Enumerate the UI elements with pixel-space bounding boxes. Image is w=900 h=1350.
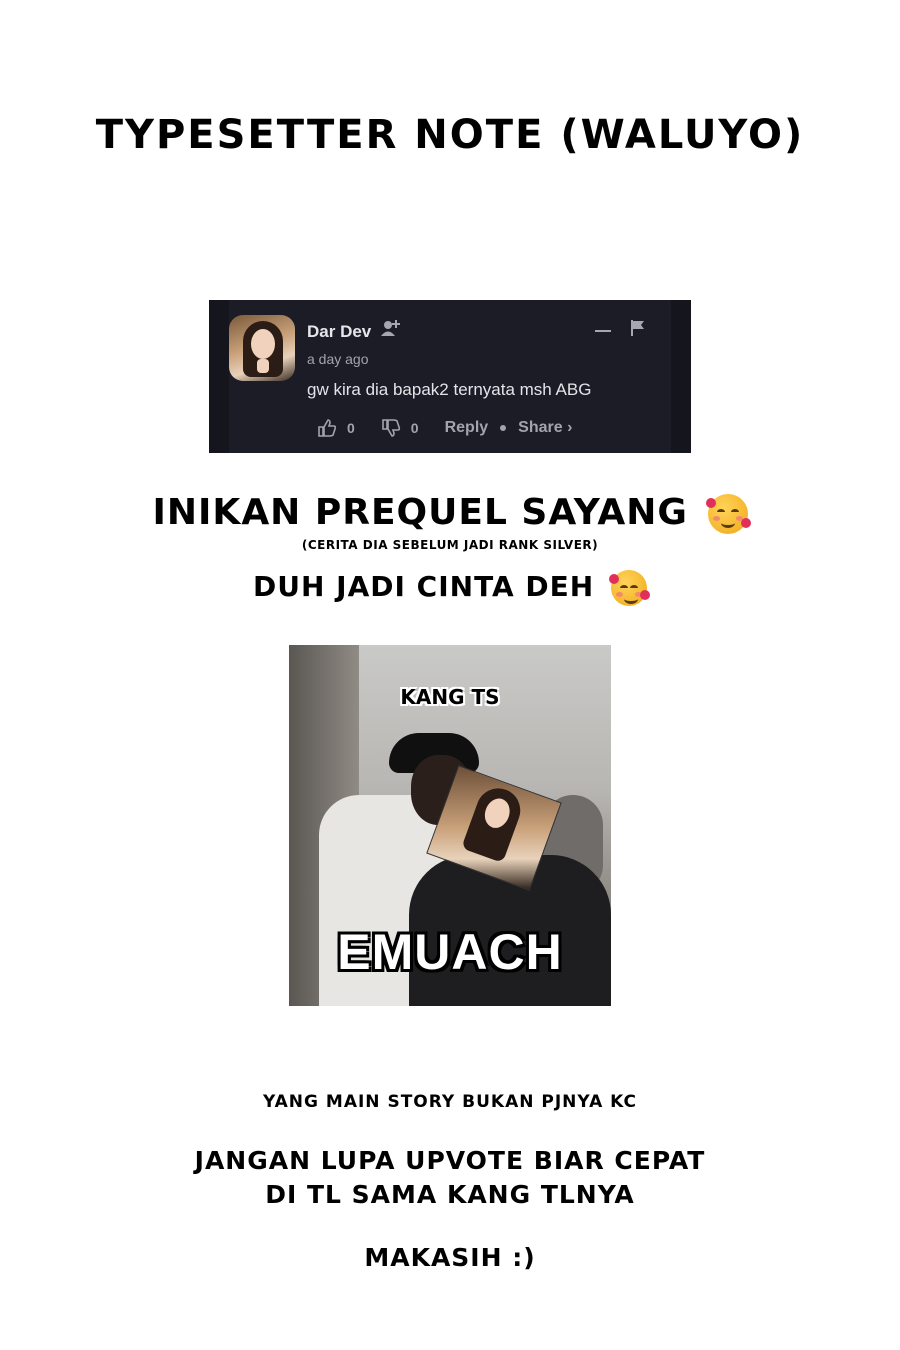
footer-upvote: JANGAN LUPA UPVOTE BIAR CEPAT DI TL SAMA…: [0, 1144, 900, 1212]
love-line: DUH JADI CINTA DEH: [0, 570, 900, 606]
minimize-icon[interactable]: [595, 330, 611, 332]
smiling-hearts-emoji: [608, 570, 650, 606]
avatar[interactable]: [229, 315, 295, 381]
thumbs-up-icon[interactable]: [317, 418, 337, 438]
flag-icon[interactable]: [631, 320, 645, 336]
comment-card: Dar Dev a day ago gw kira dia bapak2 ter…: [209, 300, 691, 453]
dislike-count: 0: [410, 420, 419, 436]
page-title: TYPESETTER NOTE (WALUYO): [95, 112, 805, 158]
share-button[interactable]: Share ›: [518, 419, 572, 437]
thumbs-down-icon[interactable]: [381, 418, 401, 438]
footer-note: YANG MAIN STORY BUKAN PJNYA KC: [262, 1092, 638, 1112]
footer-upvote-line2: DI TL SAMA KANG TLNYA: [265, 1180, 635, 1209]
love-line-text: DUH JADI CINTA DEH: [253, 570, 595, 603]
separator-dot: [500, 425, 507, 431]
comment-actions: 0 0 Reply Share ›: [317, 418, 572, 438]
footer-upvote-line1: JANGAN LUPA UPVOTE BIAR CEPAT: [194, 1146, 706, 1175]
headline: INIKAN PREQUEL SAYANG: [0, 492, 900, 534]
comment-time: a day ago: [307, 351, 369, 367]
meme-caption: EMUACH: [337, 924, 563, 980]
like-count: 0: [347, 420, 355, 436]
follow-icon[interactable]: [381, 318, 401, 338]
reply-button[interactable]: Reply: [445, 419, 489, 437]
subnote: (CERITA DIA SEBELUM JADI RANK SILVER): [301, 538, 599, 552]
meme-tag-label: KANG TS: [400, 685, 500, 709]
headline-text: INIKAN PREQUEL SAYANG: [152, 492, 688, 533]
smiling-hearts-emoji: [705, 494, 751, 534]
meme-image: KANG TS EMUACH: [289, 645, 611, 1006]
comment-author[interactable]: Dar Dev: [307, 322, 371, 342]
footer-thanks: MAKASIH :): [364, 1243, 536, 1272]
comment-text: gw kira dia bapak2 ternyata msh ABG: [307, 380, 592, 399]
